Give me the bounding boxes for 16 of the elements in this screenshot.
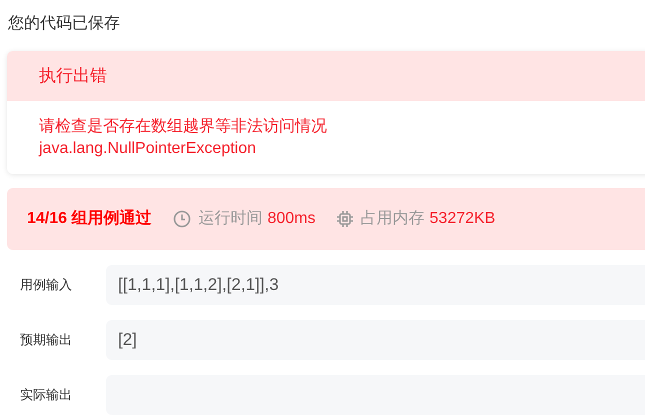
chip-icon: [336, 210, 354, 228]
error-title: 执行出错: [39, 65, 107, 88]
exception-text: java.lang.NullPointerException: [39, 139, 256, 159]
time-label: 运行时间: [198, 208, 262, 229]
case-label: 预期输出: [19, 331, 73, 350]
pass-summary: 14/16 组用例通过: [27, 208, 152, 229]
time-value: 800ms: [267, 209, 316, 229]
case-label: 用例输入: [19, 276, 73, 294]
output-field: [[1,1,1],[1,1,2],[2,1]],3: [106, 265, 645, 305]
error-message: 请检查是否存在数组越界等非法访问情况: [39, 116, 327, 137]
output-field: [2]: [106, 320, 645, 360]
memory-label: 占用内存: [360, 208, 425, 229]
save-notice: 您的代码已保存: [8, 14, 120, 34]
case-label: 实际输出: [19, 386, 73, 404]
clock-icon: [173, 210, 192, 228]
memory-value: 53272KB: [430, 209, 496, 229]
